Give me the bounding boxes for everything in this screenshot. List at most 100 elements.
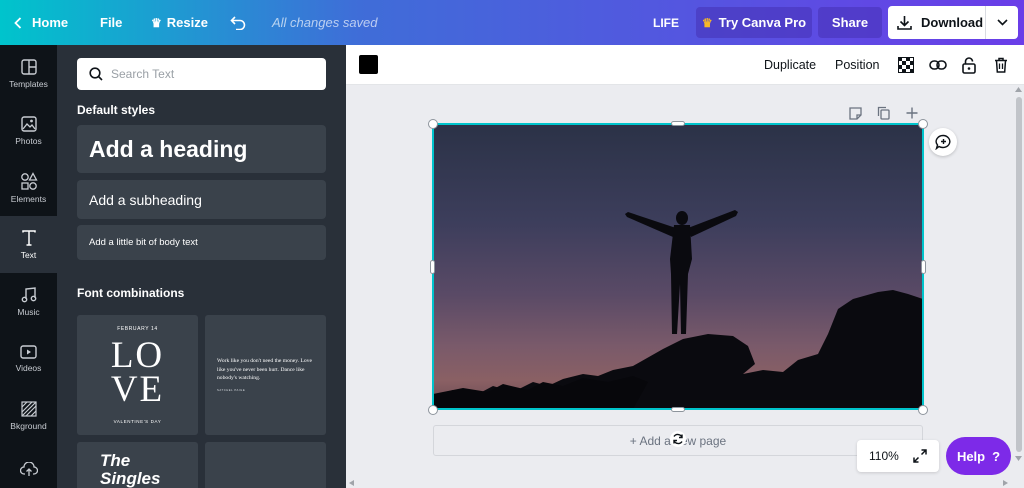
nav-label: Text: [20, 249, 37, 260]
download-icon: [897, 16, 912, 30]
resize-handle-right[interactable]: [921, 260, 926, 274]
font-combo-love[interactable]: FEBRUARY 14 LO VE VALENTINE'S DAY: [77, 315, 198, 435]
music-icon: [21, 286, 36, 302]
trash-icon: [995, 57, 1007, 73]
combo-singles-text: The Singles: [100, 452, 160, 488]
link-button[interactable]: [928, 55, 948, 75]
add-page-button[interactable]: [904, 105, 920, 121]
zoom-level: 110%: [869, 449, 899, 463]
document-title[interactable]: LIFE: [653, 0, 679, 45]
resize-handle-left[interactable]: [430, 260, 435, 274]
chevron-down-icon: [996, 19, 1008, 26]
nav-label: Bkground: [10, 420, 47, 431]
background-icon: [20, 400, 37, 417]
combo-quote-text: Work like you don't need the money. Love…: [217, 358, 312, 382]
canvas-area: + Add a new page 110% Help ?: [346, 85, 1024, 488]
text-icon: [21, 229, 36, 246]
resize-handle-bl[interactable]: [428, 405, 438, 415]
download-options-button[interactable]: [986, 19, 1018, 26]
position-button[interactable]: Position: [835, 45, 879, 85]
rotate-handle[interactable]: [670, 431, 686, 447]
default-styles-title: Default styles: [77, 103, 156, 117]
undo-button[interactable]: [230, 0, 246, 45]
silhouette-image: [433, 210, 923, 409]
scroll-left-icon: [349, 480, 354, 486]
download-control: Download: [888, 6, 1018, 39]
transparency-button[interactable]: [896, 55, 916, 75]
editor-toolbar: Duplicate Position: [346, 45, 1024, 85]
resize-button[interactable]: ♛ Resize: [151, 0, 208, 45]
upload-icon: [19, 462, 38, 476]
duplicate-button[interactable]: Duplicate: [764, 45, 816, 85]
lock-icon: [962, 56, 976, 74]
resize-handle-br[interactable]: [918, 405, 928, 415]
fullscreen-icon[interactable]: [913, 449, 927, 463]
nav-item-photos[interactable]: Photos: [0, 102, 57, 159]
save-status: All changes saved: [272, 15, 378, 30]
nav-item-elements[interactable]: Elements: [0, 159, 57, 216]
resize-handle-tl[interactable]: [428, 119, 438, 129]
text-panel: Default styles Add a heading Add a subhe…: [57, 45, 346, 488]
share-button[interactable]: Share: [818, 7, 882, 38]
search-input[interactable]: [111, 67, 311, 81]
chevron-left-icon: [14, 16, 22, 29]
nav-item-background[interactable]: Bkground: [0, 387, 57, 444]
resize-handle-bottom[interactable]: [671, 407, 685, 412]
font-combinations-title: Font combinations: [77, 286, 185, 300]
resize-handle-top[interactable]: [671, 121, 685, 126]
horizontal-scrollbar[interactable]: [346, 477, 1013, 488]
nav-label: Music: [17, 306, 40, 317]
comment-icon: [934, 134, 951, 150]
combo-footer: VALENTINE'S DAY: [113, 419, 162, 424]
add-heading-button[interactable]: Add a heading: [77, 125, 326, 173]
download-label: Download: [921, 15, 984, 30]
nav-item-text[interactable]: Text: [0, 216, 57, 273]
home-button[interactable]: Home: [14, 0, 68, 45]
combo-singles-line2: Singles: [100, 469, 161, 488]
nav-item-uploads[interactable]: [0, 444, 57, 488]
home-label: Home: [32, 15, 69, 30]
file-menu-button[interactable]: File: [100, 0, 122, 45]
font-combo-singles[interactable]: The Singles: [77, 442, 198, 488]
download-button[interactable]: Download: [888, 6, 986, 39]
lock-button[interactable]: [959, 55, 979, 75]
combo-headline-line2: VE: [110, 369, 165, 410]
nav-label: Photos: [15, 135, 42, 146]
vertical-scrollbar[interactable]: [1013, 85, 1024, 488]
nav-label: Videos: [15, 362, 42, 373]
delete-button[interactable]: [991, 55, 1011, 75]
nav-item-templates[interactable]: Templates: [0, 45, 57, 102]
font-combo-blank[interactable]: [205, 442, 326, 488]
elements-icon: [20, 171, 38, 190]
nav-item-music[interactable]: Music: [0, 273, 57, 330]
duplicate-page-button[interactable]: [875, 105, 891, 121]
help-label: Help: [956, 448, 986, 464]
add-comment-button[interactable]: [929, 128, 957, 156]
search-box: [77, 58, 326, 90]
resize-label: Resize: [166, 15, 208, 30]
templates-icon: [20, 58, 37, 75]
resize-handle-tr[interactable]: [918, 119, 928, 129]
scroll-up-icon: [1015, 87, 1022, 92]
add-subheading-button[interactable]: Add a subheading: [77, 180, 326, 219]
canvas-photo[interactable]: [433, 124, 923, 409]
search-icon: [89, 67, 103, 81]
scroll-right-icon: [1003, 480, 1008, 486]
text-color-swatch[interactable]: [359, 55, 378, 74]
font-combo-quote[interactable]: Work like you don't need the money. Love…: [205, 315, 326, 435]
scrollbar-thumb[interactable]: [1016, 97, 1022, 452]
zoom-control[interactable]: 110%: [857, 440, 939, 472]
nav-item-videos[interactable]: Videos: [0, 330, 57, 387]
nav-label: Elements: [10, 193, 47, 204]
combo-singles-line1: The: [100, 451, 131, 470]
photos-icon: [20, 115, 37, 132]
videos-icon: [20, 344, 37, 359]
try-pro-button[interactable]: ♛ Try Canva Pro: [696, 7, 812, 38]
nav-label: Templates: [9, 78, 48, 89]
undo-icon: [230, 15, 246, 30]
page-notes-button[interactable]: [847, 105, 863, 121]
add-body-text-button[interactable]: Add a little bit of body text: [77, 225, 326, 260]
rotate-icon: [673, 433, 683, 445]
question-icon: ?: [992, 448, 1001, 464]
help-button[interactable]: Help ?: [946, 437, 1011, 475]
